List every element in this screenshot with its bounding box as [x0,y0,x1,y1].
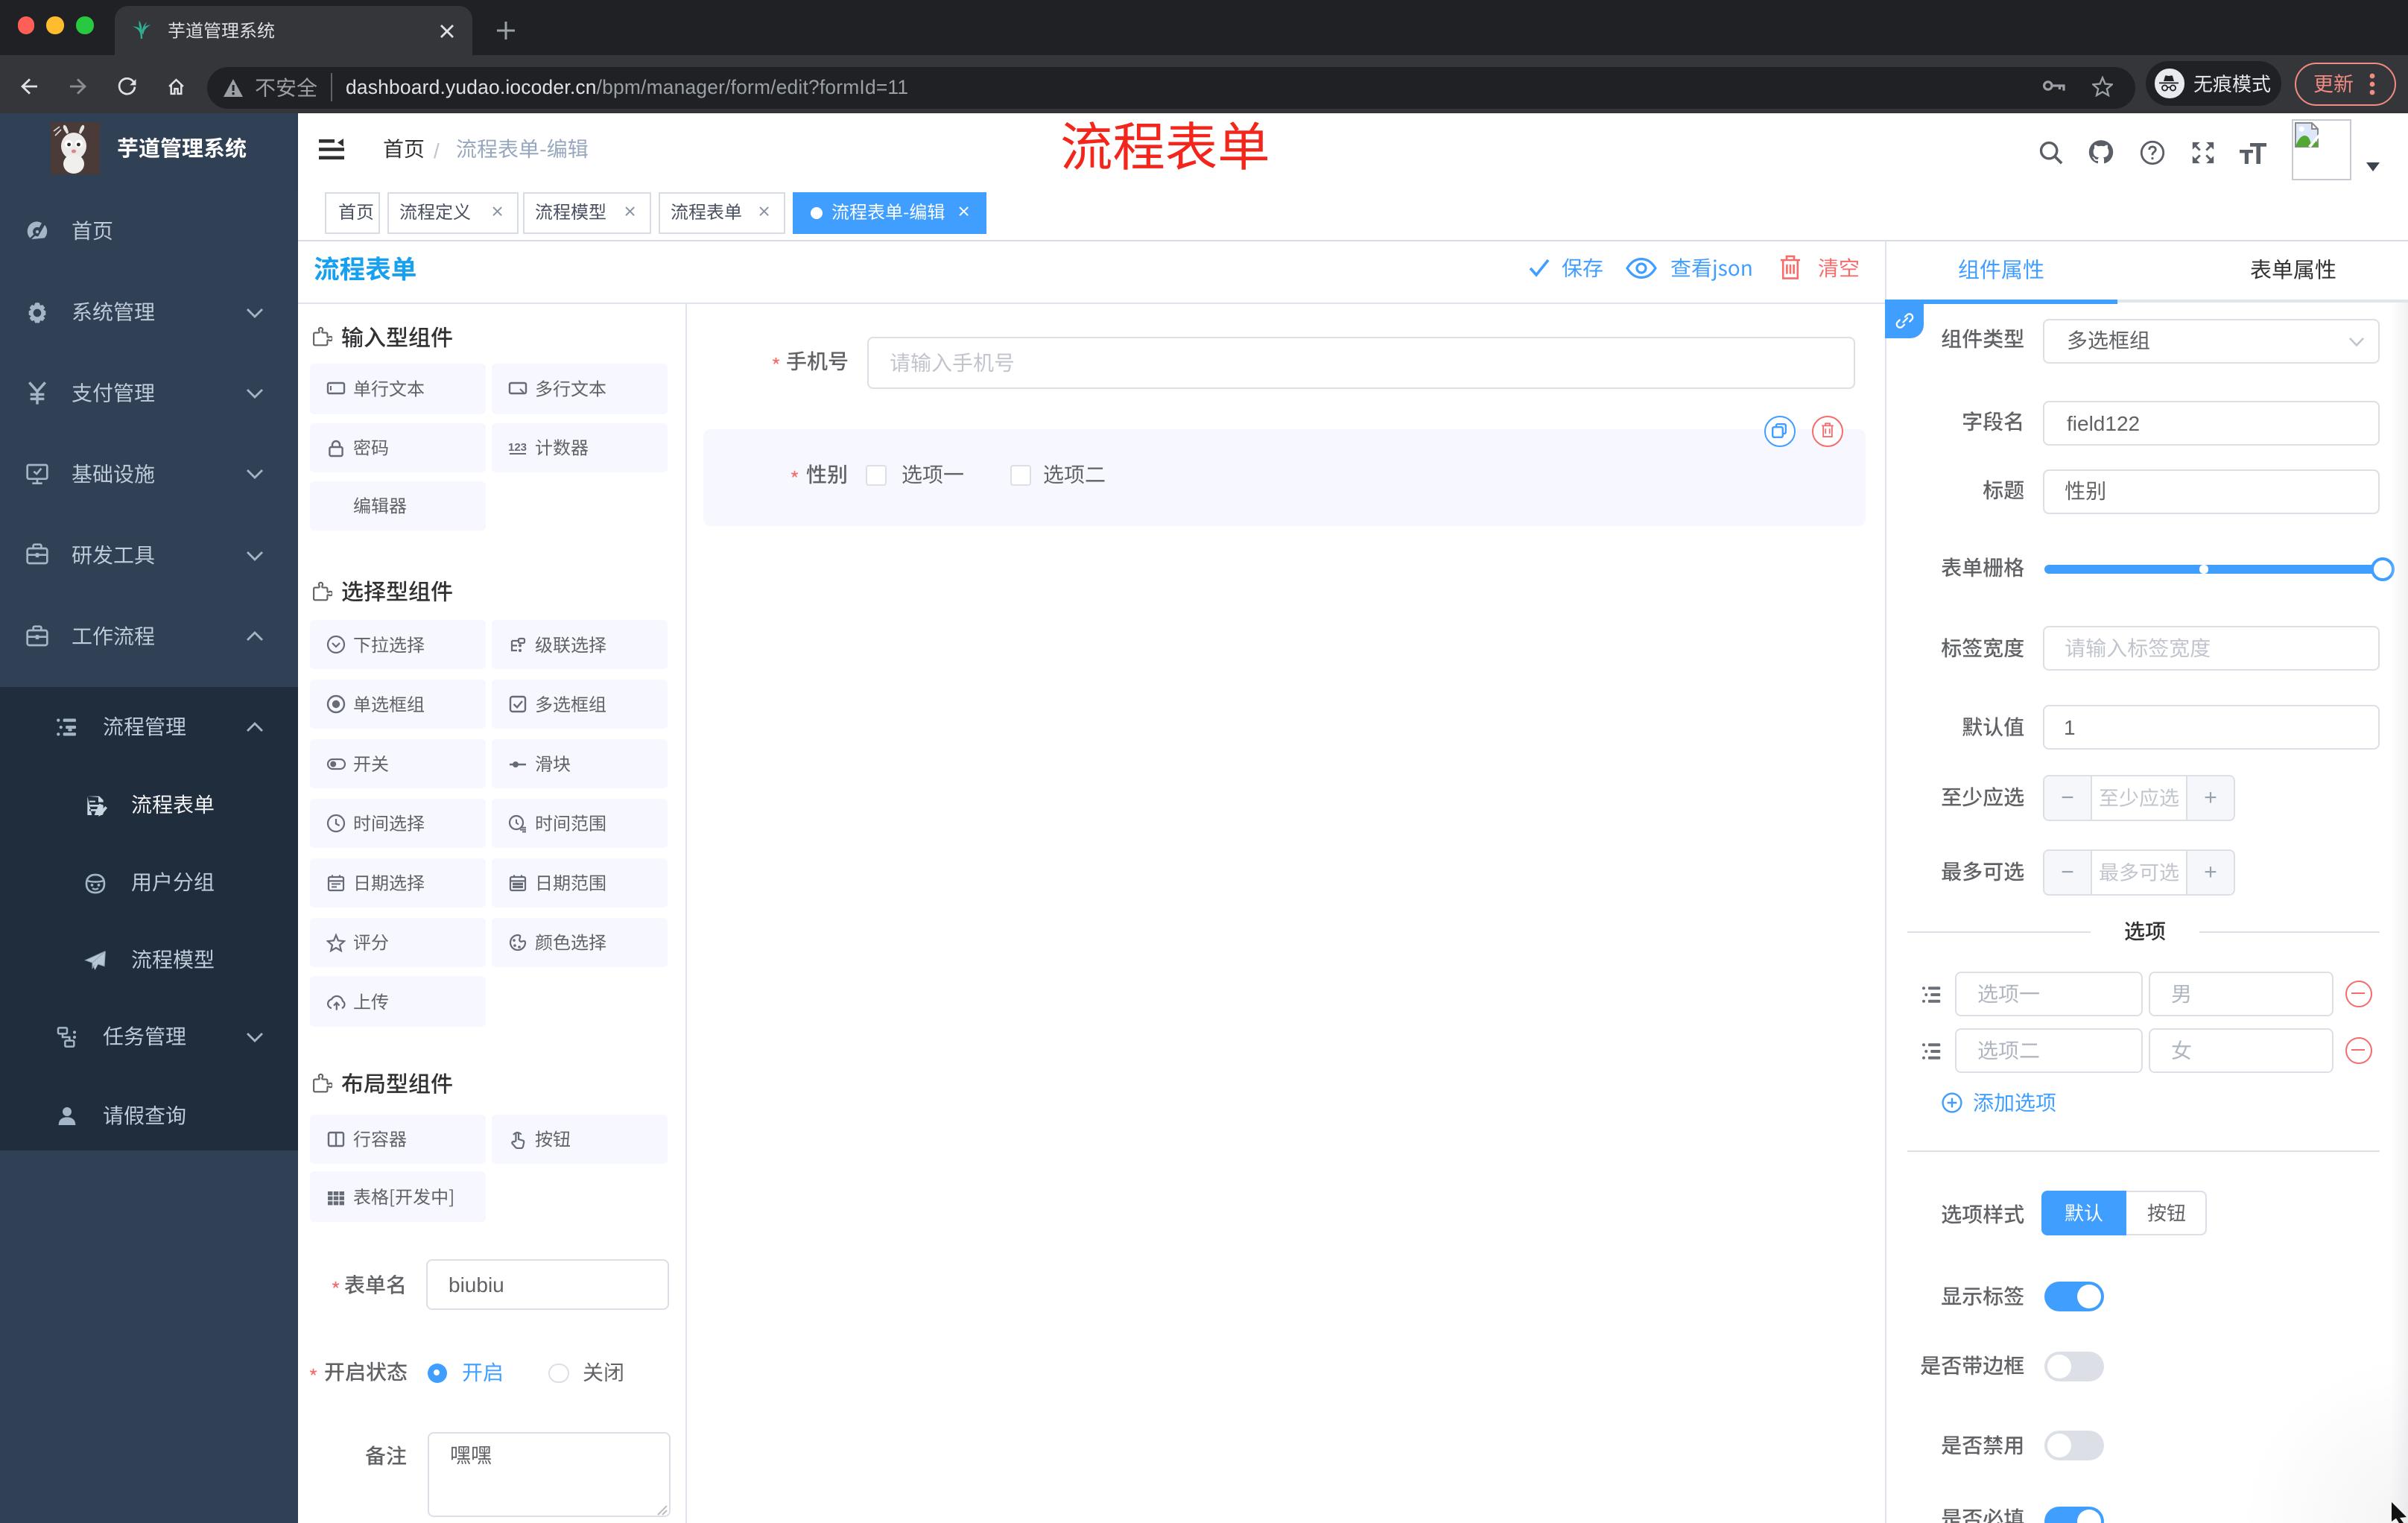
svg-text:123: 123 [508,440,527,453]
